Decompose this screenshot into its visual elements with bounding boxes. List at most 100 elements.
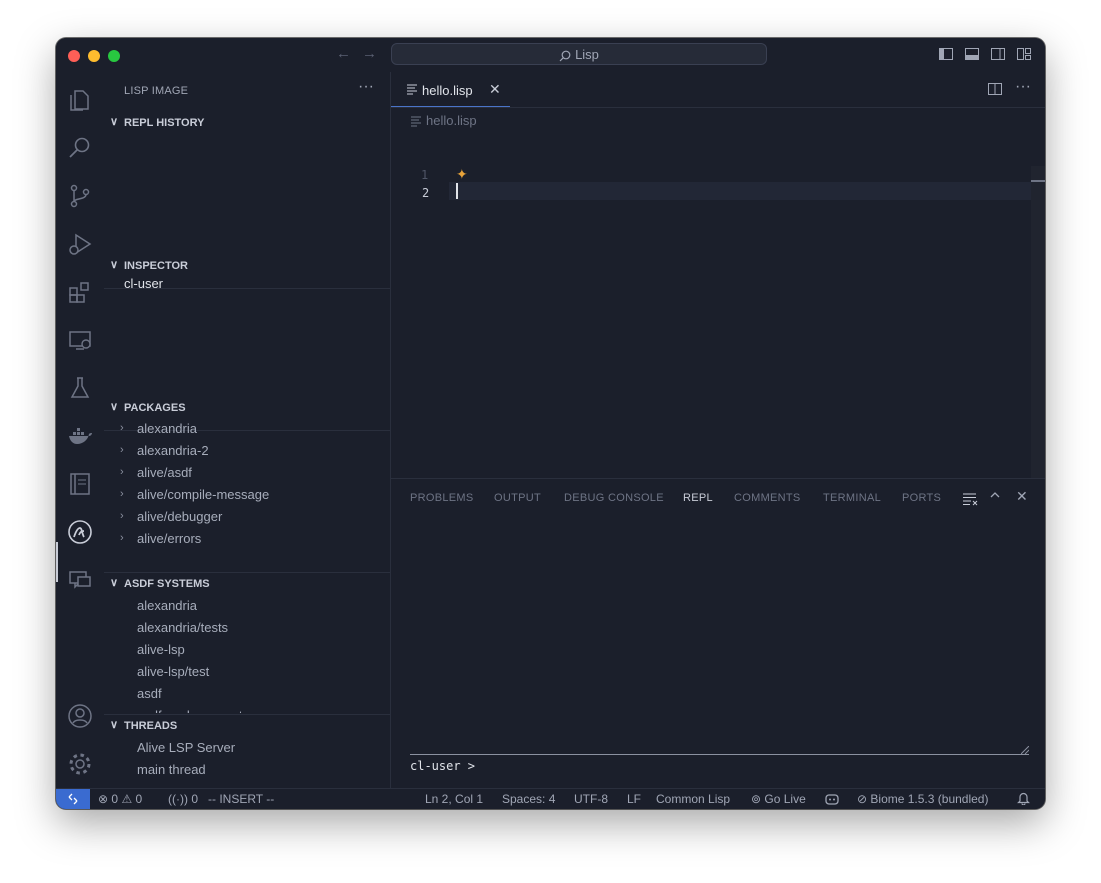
repl-history-section-header[interactable]: ∨ REPL HISTORY [104, 113, 390, 133]
editor-tab-bar: hello.lisp ✕ ··· [391, 72, 1045, 108]
tab-debug-console[interactable]: DEBUG CONSOLE [564, 492, 664, 504]
tab-problems[interactable]: PROBLEMS [410, 492, 474, 504]
editor-scrollbar[interactable] [1031, 166, 1045, 478]
maximize-window-button[interactable] [108, 50, 120, 62]
toggle-panel-icon[interactable] [964, 46, 980, 62]
package-item[interactable]: › alive/debugger [104, 506, 390, 528]
language-mode[interactable]: Common Lisp [656, 792, 730, 806]
tab-terminal[interactable]: TERMINAL [823, 492, 881, 504]
current-line-highlight [449, 182, 1031, 200]
search-icon[interactable] [66, 134, 94, 162]
asdf-system-item[interactable]: asdf-package-system [104, 705, 390, 713]
asdf-systems-label: ASDF SYSTEMS [124, 578, 210, 590]
package-item[interactable]: › alive/asdf [104, 462, 390, 484]
chevron-down-icon: ∨ [110, 401, 119, 413]
notebook-icon[interactable] [66, 470, 94, 498]
close-panel-icon[interactable]: ✕ [1016, 488, 1028, 505]
warning-icon: ⚠ [121, 792, 133, 806]
package-item[interactable]: › alive/errors [104, 528, 390, 550]
asdf-systems-section-header[interactable]: ∨ ASDF SYSTEMS [104, 574, 390, 594]
tab-hello-lisp[interactable]: hello.lisp ✕ [391, 72, 510, 107]
ports-status[interactable]: ((·)) 0 [168, 792, 198, 806]
repl-history-label: REPL HISTORY [124, 117, 205, 129]
minimize-window-button[interactable] [88, 50, 100, 62]
end-of-line[interactable]: LF [627, 792, 641, 806]
search-icon [559, 50, 571, 62]
sidebar-title: LISP IMAGE [124, 85, 189, 97]
go-live-button[interactable]: ⊚ Go Live [751, 792, 806, 806]
settings-gear-icon[interactable] [66, 750, 94, 778]
section-divider [104, 572, 390, 573]
tab-output[interactable]: OUTPUT [494, 492, 541, 504]
tab-ports[interactable]: PORTS [902, 492, 941, 504]
forward-arrow-icon[interactable]: → [362, 45, 377, 62]
asdf-system-item[interactable]: alive-lsp/test [104, 661, 390, 683]
alive-lisp-icon[interactable] [66, 518, 94, 546]
tab-label: hello.lisp [422, 83, 473, 98]
testing-flask-icon[interactable] [66, 374, 94, 402]
breadcrumb[interactable]: hello.lisp [411, 113, 477, 128]
copilot-icon[interactable] [825, 792, 839, 805]
sparkle-ai-icon[interactable]: ✦ [456, 166, 468, 183]
remote-indicator-icon[interactable] [56, 789, 90, 809]
extensions-icon[interactable] [66, 278, 94, 306]
command-center-search[interactable]: Lisp [391, 43, 767, 65]
source-control-icon[interactable] [66, 182, 94, 210]
back-arrow-icon[interactable]: ← [336, 45, 351, 62]
resize-grip-icon[interactable] [1021, 746, 1029, 754]
encoding[interactable]: UTF-8 [574, 792, 608, 806]
chevron-right-icon: › [120, 466, 124, 478]
package-item[interactable]: › alive/compile-message [104, 484, 390, 506]
toggle-secondary-sidebar-icon[interactable] [990, 46, 1006, 62]
chat-icon[interactable] [66, 566, 94, 594]
tab-comments[interactable]: COMMENTS [734, 492, 801, 504]
close-window-button[interactable] [68, 50, 80, 62]
split-editor-icon[interactable] [988, 82, 1002, 96]
chevron-down-icon: ∨ [110, 259, 119, 271]
indentation[interactable]: Spaces: 4 [502, 792, 555, 806]
minimap-cursor-marker [1031, 180, 1045, 182]
close-tab-icon[interactable]: ✕ [489, 81, 501, 98]
more-actions-icon[interactable]: ··· [358, 78, 374, 96]
repl-prompt[interactable]: cl-user > [410, 759, 475, 773]
biome-status[interactable]: ⊘ Biome 1.5.3 (bundled) [857, 792, 988, 806]
maximize-panel-icon[interactable] [989, 489, 1001, 501]
toggle-primary-sidebar-icon[interactable] [938, 46, 954, 62]
chevron-down-icon: ∨ [110, 116, 119, 128]
line-number: 1 [421, 168, 429, 182]
repl-input-border [410, 754, 1029, 755]
asdf-system-item[interactable]: asdf [104, 683, 390, 705]
asdf-system-item[interactable]: alexandria/tests [104, 617, 390, 639]
thread-item[interactable]: main thread [104, 759, 390, 781]
accounts-icon[interactable] [66, 702, 94, 730]
package-item[interactable]: › alexandria [104, 418, 390, 440]
line-number: 2 [422, 186, 430, 200]
asdf-system-item[interactable]: alive-lsp [104, 639, 390, 661]
problems-status[interactable]: ⊗ 0 ⚠ 0 [98, 792, 142, 806]
clear-output-icon[interactable] [962, 492, 978, 506]
radio-tower-icon: ⊚ [751, 792, 762, 806]
notifications-bell-icon[interactable] [1017, 791, 1030, 805]
editor-area: hello.lisp ✕ ··· hello.lisp 1 2 ✦ [391, 72, 1045, 478]
cursor-position[interactable]: Ln 2, Col 1 [425, 792, 483, 806]
remote-explorer-icon[interactable] [66, 326, 94, 354]
threads-section-header[interactable]: ∨ THREADS [104, 716, 390, 736]
thread-item[interactable]: Alive LSP Server [104, 737, 390, 759]
lisp-image-sidebar: LISP IMAGE ··· ∨ REPL HISTORY ∨ INSPECTO… [104, 72, 391, 788]
vscode-window: ← → Lisp LISP IMAGE ··· ∨ REPL HISTORY ∨… [56, 38, 1045, 809]
run-and-debug-icon[interactable] [66, 230, 94, 258]
explorer-icon[interactable] [66, 86, 94, 114]
chevron-right-icon: › [120, 510, 124, 522]
packages-section-header[interactable]: ∨ PACKAGES [104, 398, 390, 418]
threads-label: THREADS [124, 720, 178, 732]
file-lines-icon [411, 116, 421, 127]
chevron-right-icon: › [120, 532, 124, 544]
docker-icon[interactable] [66, 422, 94, 450]
tab-repl[interactable]: REPL [683, 492, 713, 504]
asdf-system-item[interactable]: alexandria [104, 595, 390, 617]
editor-more-actions-icon[interactable]: ··· [1015, 78, 1031, 96]
package-item[interactable]: › alexandria-2 [104, 440, 390, 462]
customize-layout-icon[interactable] [1016, 46, 1032, 62]
inspector-item[interactable]: cl-user [104, 273, 390, 295]
inspector-label: INSPECTOR [124, 260, 188, 272]
